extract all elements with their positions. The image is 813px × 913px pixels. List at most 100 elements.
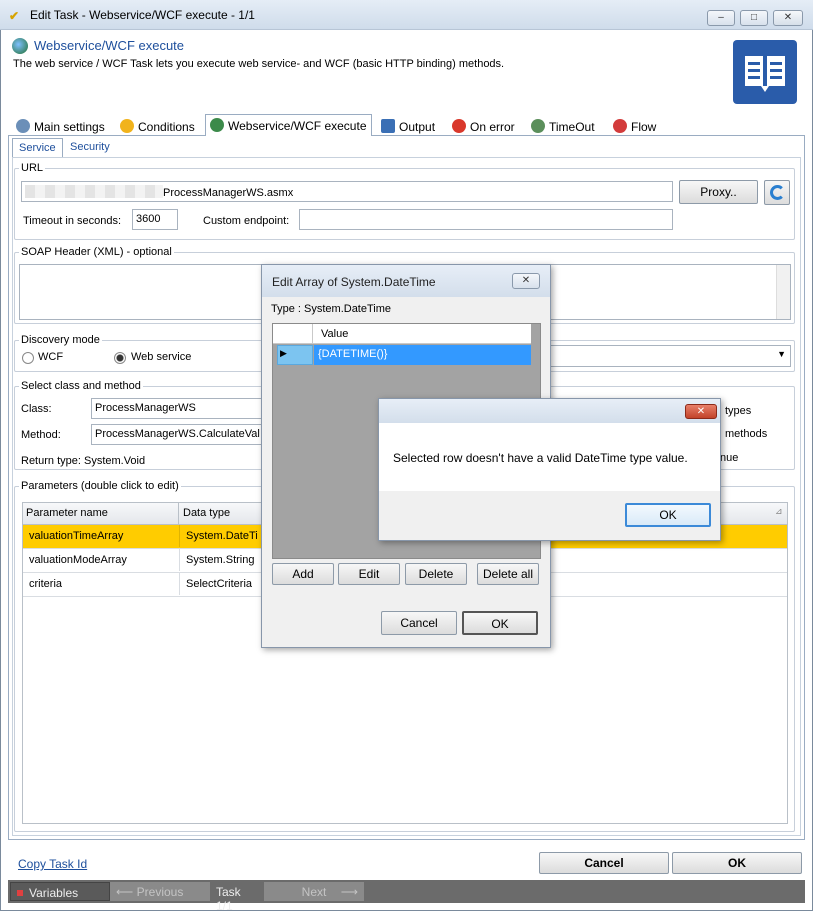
webservice-radio[interactable] bbox=[114, 352, 126, 364]
array-grid-header: Value bbox=[273, 324, 531, 344]
col-value[interactable]: Value bbox=[321, 328, 348, 340]
dialog-close-button[interactable]: ✕ bbox=[512, 273, 540, 289]
class-label: Class: bbox=[21, 403, 52, 415]
subtab-service[interactable]: Service bbox=[12, 138, 63, 158]
param-name: valuationModeArray bbox=[23, 549, 180, 571]
copy-task-id-link[interactable]: Copy Task Id bbox=[18, 857, 87, 871]
next-label: Next bbox=[301, 885, 327, 899]
webservice-radio-label: Web service bbox=[131, 351, 192, 363]
tab-main-settings[interactable]: Main settings bbox=[12, 116, 109, 137]
ok-button[interactable]: OK bbox=[672, 852, 802, 874]
task-header: Webservice/WCF execute The web service /… bbox=[8, 30, 805, 114]
delete-all-button[interactable]: Delete all bbox=[477, 563, 539, 585]
refresh-icon bbox=[770, 185, 785, 200]
timeout-icon bbox=[531, 119, 545, 133]
soap-label: SOAP Header (XML) - optional bbox=[19, 246, 174, 258]
app-logo-icon: ✔ bbox=[9, 9, 20, 23]
discovery-dropdown[interactable]: ▼ bbox=[540, 345, 791, 367]
tab-conditions[interactable]: Conditions bbox=[116, 116, 199, 137]
webservice-icon bbox=[210, 118, 224, 132]
message-titlebar: ✕ bbox=[379, 399, 720, 423]
methods-label: methods bbox=[725, 428, 768, 440]
subtab-security[interactable]: Security bbox=[64, 138, 116, 158]
caret-right-icon: ▶ bbox=[280, 348, 287, 358]
url-redacted bbox=[25, 185, 163, 198]
message-close-button[interactable]: ✕ bbox=[685, 404, 717, 419]
chevron-down-icon: ▼ bbox=[777, 349, 786, 359]
previous-button[interactable]: ⟵ Previous bbox=[110, 882, 210, 901]
tab-timeout[interactable]: TimeOut bbox=[527, 116, 599, 137]
tab-output[interactable]: Output bbox=[377, 116, 439, 137]
custom-endpoint-input[interactable] bbox=[299, 209, 673, 230]
tab-label: Main settings bbox=[34, 120, 105, 134]
array-row[interactable]: ▶ {DATETIME()} bbox=[277, 344, 531, 366]
header-description: The web service / WCF Task lets you exec… bbox=[13, 58, 505, 70]
timeout-label: Timeout in seconds: bbox=[23, 215, 122, 227]
row-header-corner bbox=[273, 324, 313, 344]
error-icon bbox=[452, 119, 466, 133]
arrow-left-icon: ⟵ bbox=[116, 885, 134, 899]
dialog-type-label: Type : System.DateTime bbox=[271, 303, 392, 315]
row-indicator: ▶ bbox=[277, 345, 313, 365]
array-value-cell[interactable]: {DATETIME()} bbox=[314, 345, 531, 365]
tab-on-error[interactable]: On error bbox=[448, 116, 519, 137]
message-ok-button[interactable]: OK bbox=[625, 503, 711, 527]
next-button[interactable]: Next ⟶ bbox=[264, 882, 364, 901]
url-label: URL bbox=[19, 162, 46, 174]
book-icon bbox=[733, 40, 797, 104]
url-input[interactable]: ProcessManagerWS.asmx bbox=[21, 181, 673, 202]
maximize-button[interactable]: □ bbox=[740, 10, 768, 26]
header-title: Webservice/WCF execute bbox=[34, 38, 185, 53]
tab-label: Webservice/WCF execute bbox=[228, 119, 367, 133]
dialog-title: Edit Array of System.DateTime bbox=[272, 275, 436, 289]
dialog-cancel-button[interactable]: Cancel bbox=[381, 611, 457, 635]
arrow-right-icon: ⟶ bbox=[340, 885, 358, 899]
resize-grip-icon: ⊿ bbox=[775, 506, 783, 516]
wcf-radio[interactable] bbox=[22, 352, 34, 364]
minimize-button[interactable]: – bbox=[707, 10, 735, 26]
param-type: System.DateTi bbox=[186, 530, 258, 542]
select-label: Select class and method bbox=[19, 380, 143, 392]
output-icon bbox=[381, 119, 395, 133]
question-icon bbox=[120, 119, 134, 133]
col-parameter-name[interactable]: Parameter name bbox=[23, 503, 179, 525]
timeout-input[interactable]: 3600 bbox=[132, 209, 178, 230]
proxy-button[interactable]: Proxy.. bbox=[679, 180, 758, 204]
message-box: ✕ Selected row doesn't have a valid Date… bbox=[378, 398, 721, 541]
variables-button[interactable]: Variables bbox=[10, 882, 110, 901]
navigation-bar: Variables ⟵ Previous Task 1/1 Next ⟶ bbox=[8, 880, 805, 913]
parameters-label: Parameters (double click to edit) bbox=[19, 480, 181, 492]
wcf-radio-label: WCF bbox=[38, 351, 64, 363]
edit-button[interactable]: Edit bbox=[338, 563, 400, 585]
flow-icon bbox=[613, 119, 627, 133]
previous-label: Previous bbox=[136, 885, 184, 899]
soap-scrollbar[interactable] bbox=[776, 265, 790, 319]
method-label: Method: bbox=[21, 429, 61, 441]
custom-endpoint-label: Custom endpoint: bbox=[203, 215, 290, 227]
title-bar: ✔ Edit Task - Webservice/WCF execute - 1… bbox=[0, 0, 813, 30]
window-title: Edit Task - Webservice/WCF execute - 1/1 bbox=[30, 8, 255, 22]
refresh-button[interactable] bbox=[764, 180, 790, 205]
webservice-icon bbox=[12, 38, 28, 54]
method-dropdown[interactable]: ProcessManagerWS.CalculateVal bbox=[91, 424, 271, 445]
param-name: criteria bbox=[23, 573, 180, 595]
tab-label: TimeOut bbox=[549, 120, 595, 134]
url-value: ProcessManagerWS.asmx bbox=[163, 187, 294, 199]
continue-label: nue bbox=[720, 452, 739, 464]
param-name: valuationTimeArray bbox=[23, 525, 180, 547]
tab-flow[interactable]: Flow bbox=[609, 116, 660, 137]
message-button-area: OK bbox=[379, 491, 720, 540]
close-icon: ✕ bbox=[521, 275, 531, 286]
close-icon: ✕ bbox=[696, 406, 706, 417]
task-counter: Task 1/1 bbox=[216, 885, 241, 913]
delete-button[interactable]: Delete bbox=[405, 563, 467, 585]
tab-label: Conditions bbox=[138, 120, 195, 134]
close-button[interactable]: ✕ bbox=[773, 10, 803, 26]
dialog-ok-button[interactable]: OK bbox=[462, 611, 538, 635]
tab-webservice[interactable]: Webservice/WCF execute bbox=[205, 114, 372, 137]
types-label: types bbox=[725, 405, 752, 417]
add-button[interactable]: Add bbox=[272, 563, 334, 585]
cancel-button[interactable]: Cancel bbox=[539, 852, 669, 874]
gears-icon bbox=[16, 119, 30, 133]
class-dropdown[interactable]: ProcessManagerWS bbox=[91, 398, 271, 419]
